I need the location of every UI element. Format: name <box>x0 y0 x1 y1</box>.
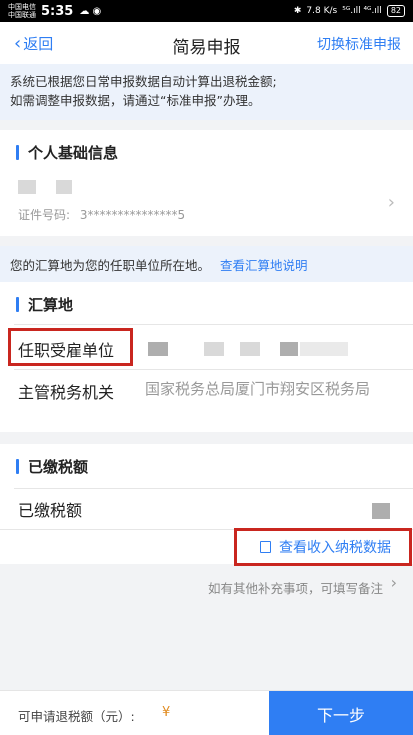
tax-office-value: 国家税务总局厦门市翔安区税务局 <box>145 380 371 398</box>
paid-tax-section: 已缴税额 已缴税额 查看收入纳税数据 <box>0 444 413 566</box>
next-step-button[interactable]: 下一步 <box>269 691 413 735</box>
remark-text: 如有其他补充事项，可填写备注 <box>207 581 383 596</box>
battery-icon: 82 <box>386 5 405 17</box>
notice-line-2: 如需调整申报数据，请通过“标准申报”办理。 <box>10 93 261 108</box>
settlement-hint: 您的汇算地为您的任职单位所在地。 查看汇算地说明 <box>0 246 413 282</box>
chevron-right-icon: › <box>390 573 397 592</box>
id-number: 证件号码: 3***************5 <box>18 206 185 223</box>
settlement-explain-link[interactable]: 查看汇算地说明 <box>220 255 308 274</box>
footer-bar: 可申请退税额（元）: ¥ 下一步 <box>0 690 413 735</box>
bluetooth-icon: ✱ <box>293 6 302 16</box>
settlement-section: 汇算地 任职受雇单位 主管税务机关 国家税务总局厦门市翔安区税务局 <box>0 282 413 432</box>
view-income-highlight-box <box>234 528 412 566</box>
carrier-2: 中国联通 <box>8 11 36 19</box>
settlement-title: 汇算地 <box>28 295 74 314</box>
switch-standard-button[interactable]: 切换标准申报 <box>317 34 401 54</box>
refund-label: 可申请退税额（元）: <box>18 709 135 724</box>
employer-redacted <box>148 342 168 356</box>
employer-redacted <box>280 342 298 356</box>
employer-redacted <box>204 342 224 356</box>
carrier-info: 中国电信 中国联通 <box>8 3 36 19</box>
tax-office-label: 主管税务机关 <box>18 383 115 402</box>
id-value: 3***************5 <box>79 208 186 222</box>
network-speed: 7.8 K/s <box>306 6 338 16</box>
employer-redacted <box>240 342 260 356</box>
paid-tax-header: 已缴税额 <box>0 444 413 488</box>
section-accent-bar <box>16 458 19 474</box>
paid-tax-row: 已缴税额 <box>0 489 413 529</box>
section-accent-bar <box>16 296 19 312</box>
name-redacted <box>56 180 72 194</box>
carrier-1: 中国电信 <box>8 3 36 11</box>
signal-icon: ⁵ᴳ.ıll ⁴ᴳ.ıll <box>342 6 382 16</box>
notice-banner: 系统已根据您日常申报数据自动计算出退税金额; 如需调整申报数据，请通过“标准申报… <box>0 64 413 120</box>
settlement-header: 汇算地 <box>0 282 413 326</box>
paid-tax-title: 已缴税额 <box>28 457 89 476</box>
personal-info-header: 个人基础信息 <box>0 130 413 174</box>
id-label: 证件号码: <box>18 208 71 222</box>
employer-redacted <box>300 342 348 356</box>
employer-highlight-box <box>8 328 133 366</box>
personal-info-title: 个人基础信息 <box>28 143 119 162</box>
personal-info-section: 个人基础信息 证件号码: 3***************5 › <box>0 130 413 236</box>
status-bar: 中国电信 中国联通 5:35 ☁ ◉ ✱ 7.8 K/s ⁵ᴳ.ıll ⁴ᴳ.ı… <box>0 0 413 22</box>
settlement-hint-text: 您的汇算地为您的任职单位所在地。 <box>10 257 211 273</box>
tax-office-row: 主管税务机关 国家税务总局厦门市翔安区税务局 <box>0 370 413 432</box>
refund-amount: ¥ <box>162 705 171 720</box>
status-time: 5:35 <box>41 3 74 19</box>
personal-info-row[interactable]: 证件号码: 3***************5 › <box>0 174 413 236</box>
name-redacted <box>18 180 36 194</box>
paid-tax-redacted <box>372 503 390 519</box>
notification-icons: ☁ ◉ <box>79 5 102 17</box>
chevron-right-icon: › <box>387 192 395 213</box>
paid-tax-label: 已缴税额 <box>18 501 83 520</box>
nav-bar: ‹ 返回 简易申报 切换标准申报 <box>0 22 413 64</box>
notice-line-1: 系统已根据您日常申报数据自动计算出退税金额; <box>10 74 277 89</box>
section-accent-bar <box>16 144 19 160</box>
remark-row[interactable]: 如有其他补充事项，可填写备注 › <box>0 570 413 604</box>
